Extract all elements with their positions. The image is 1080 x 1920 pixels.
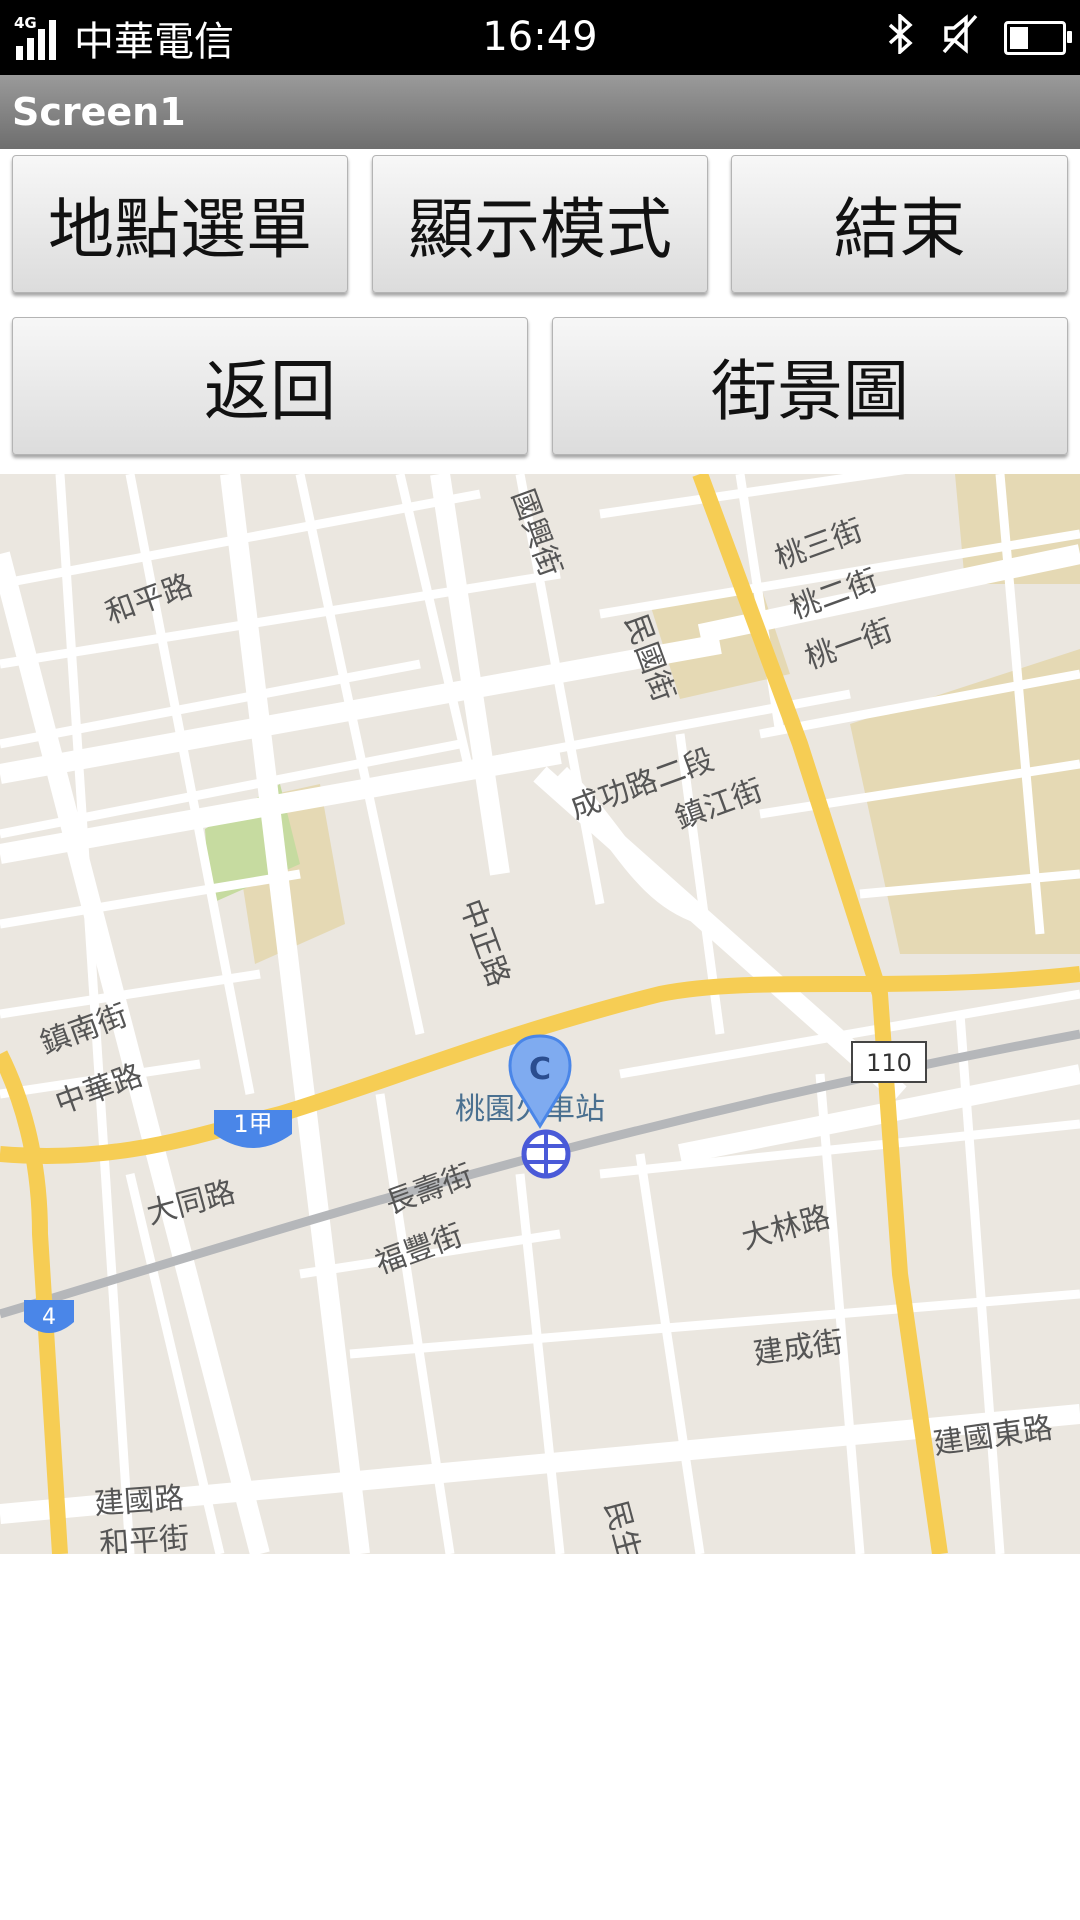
display-mode-button[interactable]: 顯示模式 bbox=[372, 155, 708, 293]
route-110-shield: 110 bbox=[851, 1041, 927, 1083]
train-station-icon bbox=[521, 1129, 571, 1179]
location-menu-button[interactable]: 地點選單 bbox=[12, 155, 348, 293]
back-button[interactable]: 返回 bbox=[12, 317, 528, 455]
title-bar: Screen1 bbox=[0, 75, 1080, 149]
route-1a-label: 1甲 bbox=[233, 1110, 272, 1138]
map-view[interactable]: 1甲 4 110 和平路 桃三街 桃二街 桃一街 國興街 民國街 成功路二段 鎮… bbox=[0, 474, 1080, 1554]
street-view-button[interactable]: 街景圖 bbox=[552, 317, 1068, 455]
map-label: 建國路 bbox=[93, 1481, 185, 1522]
status-bar: 4G 中華電信 16:49 bbox=[0, 0, 1080, 75]
silent-icon bbox=[942, 14, 978, 61]
map-label: 和平街 bbox=[98, 1521, 190, 1554]
route-110-label: 110 bbox=[866, 1049, 912, 1077]
bluetooth-icon bbox=[886, 12, 916, 61]
status-right bbox=[886, 0, 1072, 75]
end-button[interactable]: 結束 bbox=[731, 155, 1068, 293]
battery-icon bbox=[1004, 20, 1072, 55]
marker-label: C bbox=[529, 1052, 551, 1087]
route-4-label: 4 bbox=[42, 1305, 56, 1330]
app-title: Screen1 bbox=[12, 90, 186, 134]
